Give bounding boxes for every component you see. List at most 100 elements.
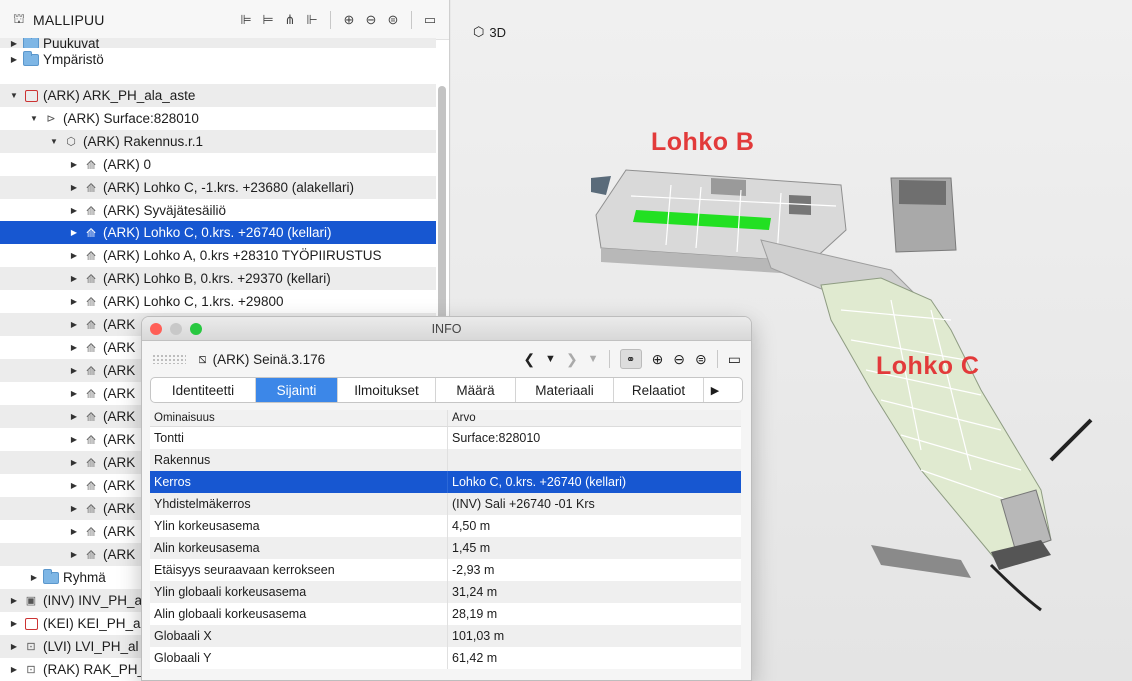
filter-box-icon[interactable]: ⊜ [384, 11, 402, 29]
collapse-arrow-icon[interactable]: ▼ [8, 91, 20, 100]
next-button[interactable]: ❯ [566, 351, 578, 368]
info-window-title: INFO [431, 321, 462, 336]
floor-icon: ⟰ [85, 363, 97, 378]
panel-layout-icon[interactable]: ▭ [728, 351, 741, 368]
expand-arrow-icon[interactable]: ▶ [8, 665, 20, 674]
expand-arrow-icon[interactable]: ▶ [68, 343, 80, 352]
column-header-value[interactable]: Arvo [448, 410, 741, 426]
remove-box-icon[interactable]: ⊖ [673, 351, 685, 368]
drag-grip-icon[interactable] [152, 354, 186, 364]
tree-toolbar: ⊫ ⊨ ⋔ ⊩ ⊕ ⊖ ⊜ ▭ [237, 10, 439, 29]
expand-arrow-icon[interactable]: ▶ [68, 183, 80, 192]
toolbar-separator [716, 350, 718, 368]
table-row[interactable]: Globaali X 101,03 m [150, 625, 741, 647]
expand-arrow-icon[interactable]: ▶ [68, 160, 80, 169]
table-row[interactable]: Etäisyys seuraavaan kerrokseen -2,93 m [150, 559, 741, 581]
forward-dropdown-icon[interactable]: ▼ [588, 353, 599, 365]
expand-arrow-icon[interactable]: ▶ [68, 274, 80, 283]
tab-identiteetti[interactable]: Identiteetti [151, 378, 256, 402]
expand-arrow-icon[interactable]: ▶ [8, 55, 20, 64]
expand-arrow-icon[interactable]: ▶ [68, 527, 80, 536]
floor-icon: ⟰ [85, 203, 97, 218]
tree-floor-icon[interactable]: ⊩ [303, 11, 321, 29]
tree-row-rakennus[interactable]: ▼ ⬡ (ARK) Rakennus.r.1 [0, 130, 436, 153]
expand-arrow-icon[interactable]: ▶ [68, 435, 80, 444]
history-dropdown-icon[interactable]: ▼ [545, 353, 556, 365]
floor-icon: ⟰ [85, 157, 97, 172]
info-titlebar[interactable]: INFO [142, 317, 751, 341]
expand-arrow-icon[interactable]: ▶ [68, 412, 80, 421]
filter-box-icon[interactable]: ⊜ [695, 351, 707, 368]
model-inv-icon: ▣ [25, 595, 37, 607]
tree-row-puukuvat[interactable]: ▶ Puukuvat [0, 38, 436, 48]
table-row-selected[interactable]: Kerros Lohko C, 0.krs. +26740 (kellari) [150, 471, 741, 493]
model-lvi-icon: ⊡ [26, 641, 36, 653]
previous-button[interactable]: ❮ [523, 351, 535, 368]
expand-arrow-icon[interactable]: ▶ [68, 297, 80, 306]
expand-arrow-icon[interactable]: ▶ [68, 320, 80, 329]
folder-icon [23, 50, 39, 66]
link-mode-button[interactable]: ⚭ [619, 349, 642, 369]
table-row[interactable]: Ylin korkeusasema 4,50 m [150, 515, 741, 537]
table-row[interactable]: Tontti Surface:828010 [150, 427, 741, 449]
tab-sijainti[interactable]: Sijainti [256, 378, 338, 402]
table-row[interactable]: Rakennus [150, 449, 741, 471]
add-box-icon[interactable]: ⊕ [652, 351, 664, 368]
table-row[interactable]: Ylin globaali korkeusasema 31,24 m [150, 581, 741, 603]
remove-box-icon[interactable]: ⊖ [362, 11, 380, 29]
tree-row-ymparisto[interactable]: ▶ Ympäristö [0, 48, 436, 71]
floor-icon: ⟰ [85, 501, 97, 516]
add-box-icon[interactable]: ⊕ [340, 11, 358, 29]
floor-icon: ⟰ [85, 248, 97, 263]
tree-row-floor[interactable]: ▶ ⟰ (ARK) Lohko C, -1.krs. +23680 (alakell… [0, 176, 436, 199]
more-tabs-arrow-icon[interactable]: ▶ [704, 378, 726, 402]
table-row[interactable]: Yhdistelmäkerros (INV) Sali +26740 -01 K… [150, 493, 741, 515]
expand-arrow-icon[interactable]: ▶ [68, 206, 80, 215]
model-rak-icon: ⊡ [26, 664, 36, 676]
expand-arrow-icon[interactable]: ▶ [68, 481, 80, 490]
table-row[interactable]: Globaali Y 61,42 m [150, 647, 741, 669]
table-row[interactable]: Alin korkeusasema 1,45 m [150, 537, 741, 559]
floor-icon: ⟰ [85, 180, 97, 195]
collapse-arrow-icon[interactable]: ▼ [28, 114, 40, 123]
tree-row-floor[interactable]: ▶ ⟰ (ARK) 0 [0, 153, 436, 176]
tree-row-floor[interactable]: ▶ ⟰ (ARK) Lohko A, 0.krs +28310 TYÖPIIRUST… [0, 244, 436, 267]
model-tree-icon: ⛫ [13, 10, 25, 26]
expand-arrow-icon[interactable]: ▶ [8, 642, 20, 651]
expand-arrow-icon[interactable]: ▶ [68, 389, 80, 398]
tree-hierarchy-icon[interactable]: ⊨ [259, 11, 277, 29]
tree-row-floor-selected[interactable]: ▶ ⟰ (ARK) Lohko C, 0.krs. +26740 (kellari) [0, 221, 436, 244]
floor-icon: ⟰ [85, 386, 97, 401]
expand-arrow-icon[interactable]: ▶ [68, 504, 80, 513]
floor-icon: ⟰ [85, 271, 97, 286]
expand-arrow-icon[interactable]: ▶ [8, 619, 20, 628]
expand-arrow-icon[interactable]: ▶ [68, 251, 80, 260]
column-header-property[interactable]: Ominaisuus [150, 410, 448, 426]
tab-maara[interactable]: Määrä [436, 378, 516, 402]
expand-arrow-icon[interactable]: ▶ [68, 228, 80, 237]
collapse-arrow-icon[interactable]: ▼ [48, 137, 60, 146]
tab-relaatiot[interactable]: Relaatiot [614, 378, 704, 402]
panel-layout-icon[interactable]: ▭ [421, 11, 439, 29]
expand-arrow-icon[interactable]: ▶ [68, 550, 80, 559]
tab-ilmoitukset[interactable]: Ilmoitukset [338, 378, 436, 402]
close-window-button[interactable] [150, 323, 162, 335]
tree-row-floor[interactable]: ▶ ⟰ (ARK) Lohko C, 1.krs. +29800 [0, 290, 436, 313]
toolbar-separator [411, 10, 412, 29]
expand-arrow-icon[interactable]: ▶ [8, 596, 20, 605]
expand-arrow-icon[interactable]: ▶ [68, 458, 80, 467]
expand-arrow-icon[interactable]: ▶ [8, 39, 20, 48]
tree-structure-icon[interactable]: ⊫ [237, 11, 255, 29]
table-header: Ominaisuus Arvo [150, 410, 741, 427]
tree-row-surface[interactable]: ▼ ⊳ (ARK) Surface:828010 [0, 107, 436, 130]
tree-row-floor[interactable]: ▶ ⟰ (ARK) Syväjätesäiliö [0, 199, 436, 222]
tree-group-icon[interactable]: ⋔ [281, 11, 299, 29]
tree-row-ark-model[interactable]: ▼ (ARK) ARK_PH_ala_aste [0, 84, 436, 107]
tab-materiaali[interactable]: Materiaali [516, 378, 614, 402]
expand-arrow-icon[interactable]: ▶ [28, 573, 40, 582]
table-row[interactable]: Alin globaali korkeusasema 28,19 m [150, 603, 741, 625]
tree-row-floor[interactable]: ▶ ⟰ (ARK) Lohko B, 0.krs. +29370 (kellari) [0, 267, 436, 290]
zoom-window-button[interactable] [190, 323, 202, 335]
minimize-window-button[interactable] [170, 323, 182, 335]
expand-arrow-icon[interactable]: ▶ [68, 366, 80, 375]
